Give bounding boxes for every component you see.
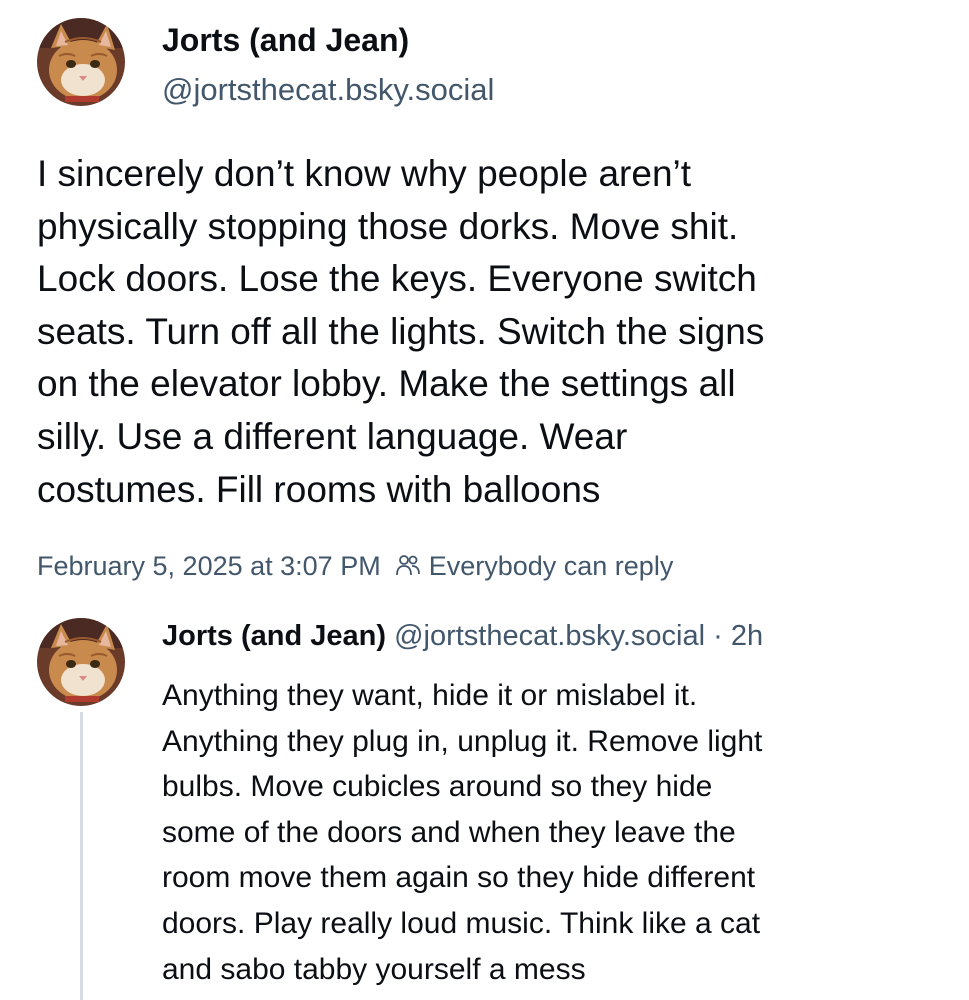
reply-author-handle[interactable]: @jortsthecat.bsky.social <box>394 620 705 652</box>
post-text-line: physically stopping those dorks. Move sh… <box>37 205 739 247</box>
reply-age[interactable]: 2h <box>731 620 763 652</box>
reply-separator: · <box>705 620 731 652</box>
people-icon <box>395 553 421 579</box>
reply-setting[interactable]: Everybody can reply <box>429 551 674 582</box>
cat-avatar-image <box>37 618 125 706</box>
post-timestamp[interactable]: February 5, 2025 at 3:07 PM <box>37 551 381 582</box>
cat-avatar-image <box>37 18 125 106</box>
reply-author-avatar[interactable] <box>37 618 125 706</box>
post-meta: February 5, 2025 at 3:07 PM Everybody ca… <box>37 548 673 584</box>
author-avatar[interactable] <box>37 18 125 106</box>
reply-text-line: some of the doors and when they leave th… <box>162 815 736 849</box>
post-text-line: I sincerely don’t know why people aren’t <box>37 153 692 194</box>
reply-text-line: and sabo tabby yourself a mess <box>162 952 586 986</box>
author-handle[interactable]: @jortsthecat.bsky.social <box>162 72 494 108</box>
post-text: I sincerely don’t know why people aren’t… <box>37 148 942 516</box>
post-text-line: silly. Use a different language. Wear <box>37 415 628 457</box>
reply-text-line: bulbs. Move cubicles around so they hide <box>162 770 713 804</box>
reply-text-line: Anything they want, hide it or mislabel … <box>162 679 698 712</box>
post-text-line: on the elevator lobby. Make the settings… <box>37 363 736 405</box>
reply-text-line: Anything they plug in, unplug it. Remove… <box>162 724 763 758</box>
thread-line <box>80 712 83 1000</box>
post-text-line: seats. Turn off all the lights. Switch t… <box>37 310 765 352</box>
reply-author-display-name[interactable]: Jorts (and Jean) <box>162 620 386 652</box>
reply-text: Anything they want, hide it or mislabel … <box>162 673 952 992</box>
reply-text-line: doors. Play really loud music. Think lik… <box>162 906 761 940</box>
author-display-name[interactable]: Jorts (and Jean) <box>162 22 409 59</box>
post-text-line: Lock doors. Lose the keys. Everyone swit… <box>37 258 757 300</box>
reply-header: Jorts (and Jean) @jortsthecat.bsky.socia… <box>162 620 763 653</box>
reply-text-line: room move them again so they hide differ… <box>162 861 756 895</box>
post-text-line: costumes. Fill rooms with balloons <box>37 468 601 510</box>
